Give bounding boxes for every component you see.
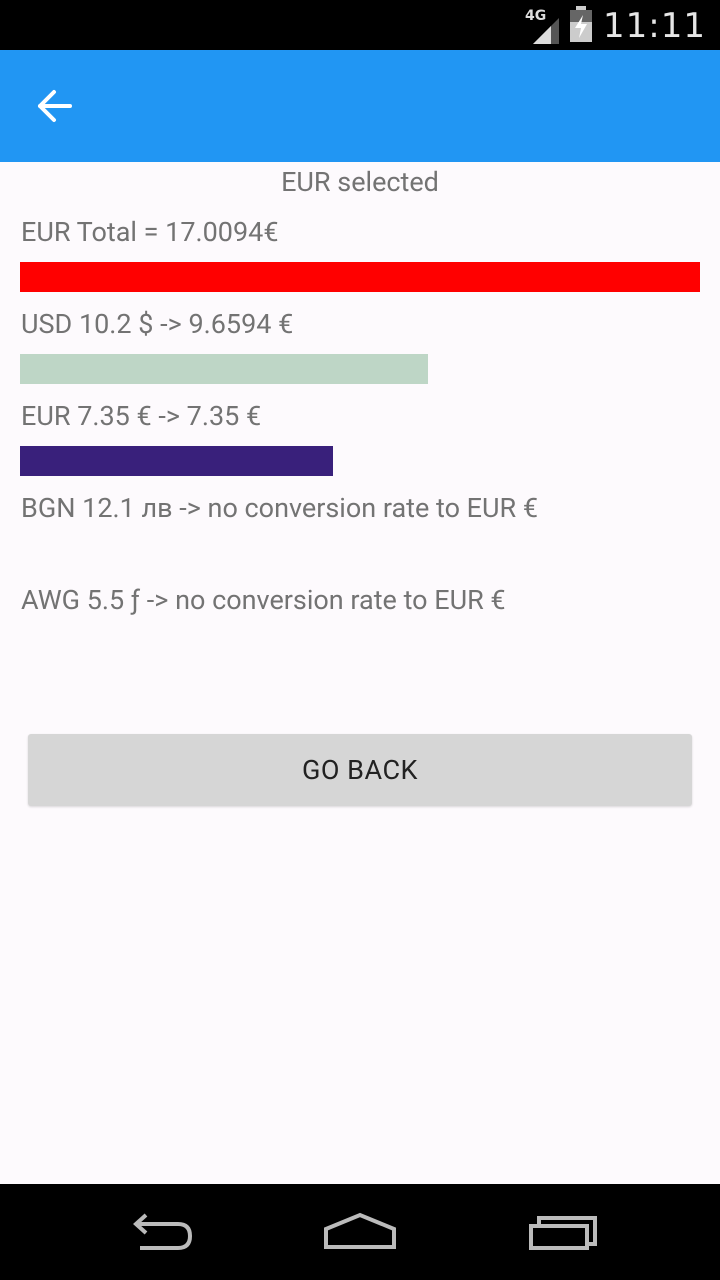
conversion-label-bgn: BGN 12.1 лв -> no conversion rate to EUR…: [21, 492, 539, 524]
status-time: 11:11: [603, 6, 706, 46]
conversion-label-usd: USD 10.2 $ -> 9.6594 €: [21, 308, 294, 340]
recents-icon[interactable]: [518, 1202, 608, 1262]
page-title: EUR selected: [281, 166, 439, 198]
arrow-back-icon[interactable]: [30, 85, 80, 127]
total-bar: [20, 262, 700, 292]
total-label: EUR Total = 17.0094€: [21, 216, 279, 248]
app-bar: [0, 50, 720, 162]
back-icon[interactable]: [115, 1202, 205, 1262]
go-back-button[interactable]: GO BACK: [28, 734, 692, 806]
conversion-bar-eur: [20, 446, 333, 476]
status-bar: 4G 11:11: [0, 0, 720, 50]
battery-icon: [569, 6, 593, 46]
navigation-bar: [0, 1184, 720, 1280]
status-icons: 4G 11:11: [525, 6, 706, 46]
conversion-label-awg: AWG 5.5 ƒ -> no conversion rate to EUR €: [21, 584, 506, 616]
conversion-bar-usd: [20, 354, 428, 384]
home-icon[interactable]: [315, 1202, 405, 1262]
conversion-label-eur: EUR 7.35 € -> 7.35 €: [21, 400, 262, 432]
signal-icon: 4G: [525, 8, 560, 44]
